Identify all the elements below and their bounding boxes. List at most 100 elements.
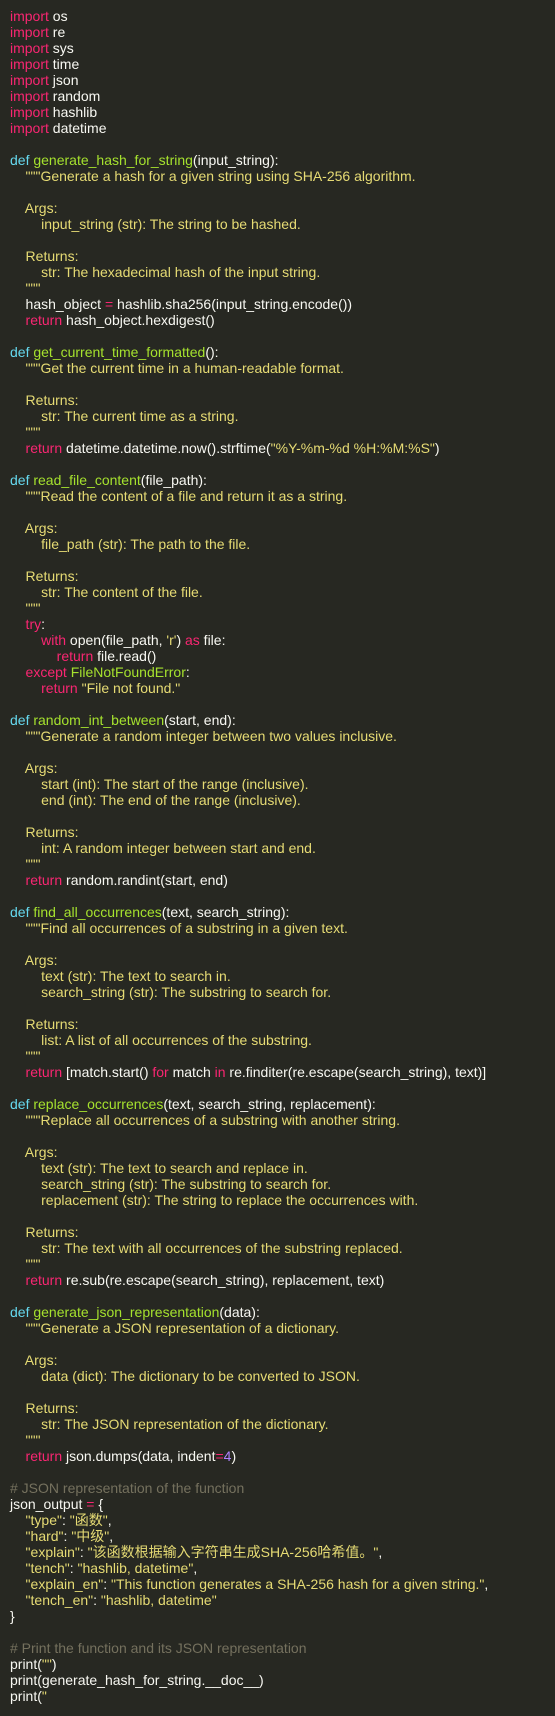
string-token: """ (10, 280, 41, 296)
keyword-token: return (10, 648, 94, 664)
code-line: hash_object = hashlib.sha256(input_strin… (10, 296, 555, 312)
builtin-token: def (10, 1096, 34, 1112)
keyword-token: return (10, 872, 63, 888)
code-token: ) (51, 1656, 57, 1672)
keyword-token: import (10, 120, 49, 136)
string-token: 'r' (166, 632, 177, 648)
code-line: # JSON representation of the function (10, 1480, 555, 1496)
string-token: """ (10, 424, 41, 440)
string-token: str: The hexadecimal hash of the input s… (10, 264, 321, 280)
code-line: """Generate a hash for a given string us… (10, 168, 555, 184)
code-line: "type": "函数", (10, 1512, 555, 1528)
code-line: def find_all_occurrences(text, search_st… (10, 904, 555, 920)
string-token: str: The JSON representation of the dict… (10, 1416, 329, 1432)
code-line: with open(file_path, 'r') as file: (10, 632, 555, 648)
code-line: except FileNotFoundError: (10, 664, 555, 680)
code-line: file_path (str): The path to the file. (10, 536, 555, 552)
code-line: Returns: (10, 568, 555, 584)
keyword-token: = (215, 1448, 224, 1464)
code-line: return file.read() (10, 648, 555, 664)
code-token: json_output (10, 1496, 87, 1512)
string-token: Returns: (10, 392, 79, 408)
code-line: def random_int_between(start, end): (10, 712, 555, 728)
string-token: "type" (10, 1512, 62, 1528)
code-line: "tench": "hashlib, datetime", (10, 1560, 555, 1576)
string-token: data (dict): The dictionary to be conver… (10, 1368, 360, 1384)
code-token: re.sub(re.escape(search_string), replace… (62, 1272, 385, 1288)
string-token: text (str): The text to search in. (10, 968, 231, 984)
code-token: : (69, 1560, 78, 1576)
string-token: file_path (str): The path to the file. (10, 536, 251, 552)
code-line: """Generate a JSON representation of a d… (10, 1320, 555, 1336)
code-line: import json (10, 72, 555, 88)
keyword-token: return (10, 312, 63, 328)
string-token: """ (10, 600, 41, 616)
code-line: "explain_en": "This function generates a… (10, 1576, 555, 1592)
code-line: Args: (10, 520, 555, 536)
string-token: list: A list of all occurrences of the s… (10, 1032, 312, 1048)
code-token: : (103, 1576, 112, 1592)
code-line: import datetime (10, 120, 555, 136)
string-token: Returns: (10, 248, 79, 264)
keyword-token: import (10, 56, 49, 72)
code-line: } (10, 1608, 555, 1624)
code-editor[interactable]: import os import re import sys import time i… (0, 0, 555, 1716)
string-token: Args: (10, 200, 58, 216)
string-token: input_string (str): The string to be has… (10, 216, 301, 232)
code-token: , (484, 1576, 489, 1592)
code-token: sys (48, 40, 74, 56)
code-line: import time (10, 56, 555, 72)
keyword-token: return (10, 1448, 63, 1464)
string-token: "中级" (71, 1528, 110, 1544)
string-token: search_string (str): The substring to se… (10, 1176, 332, 1192)
code-line: Args: (10, 1352, 555, 1368)
string-token: """ (10, 1048, 41, 1064)
code-line: data (dict): The dictionary to be conver… (10, 1368, 555, 1384)
string-token: str: The text with all occurrences of th… (10, 1240, 403, 1256)
keyword-token: return (10, 680, 82, 696)
string-token: Returns: (10, 1224, 79, 1240)
keyword-token: as (185, 632, 200, 648)
function-name-token: FileNotFoundError (70, 664, 186, 680)
code-token: datetime (48, 120, 107, 136)
code-line: Returns: (10, 392, 555, 408)
code-token: print( (10, 1688, 42, 1704)
code-line: input_string (str): The string to be has… (10, 216, 555, 232)
string-token: """Generate a random integer between two… (10, 728, 397, 744)
string-token: str: The current time as a string. (10, 408, 239, 424)
code-token: : (61, 1512, 70, 1528)
string-token: """Replace all occurrences of a substrin… (10, 1112, 400, 1128)
string-token: "该函数根据输入字符串生成SHA-256哈希值。" (87, 1544, 379, 1560)
string-token: """Find all occurrences of a substring i… (10, 920, 348, 936)
code-line: """ (10, 280, 555, 296)
function-name-token: read_file_content (33, 472, 141, 488)
string-token: start (int): The start of the range (inc… (10, 776, 309, 792)
code-line: Returns: (10, 1224, 555, 1240)
code-line: return [match.start() for match in re.fi… (10, 1064, 555, 1080)
code-line: import random (10, 88, 555, 104)
string-token: """ (10, 1432, 41, 1448)
code-line: import os (10, 8, 555, 24)
code-line: return datetime.datetime.now().strftime(… (10, 440, 555, 456)
code-line: "tench_en": "hashlib, datetime" (10, 1592, 555, 1608)
code-token: hashlib.sha256(input_string.encode()) (113, 296, 353, 312)
builtin-token: def (10, 904, 34, 920)
code-token: file: (199, 632, 226, 648)
code-line: end (int): The end of the range (inclusi… (10, 792, 555, 808)
comment-token: # Print the function and its JSON repres… (10, 1640, 307, 1656)
code-token: ) (176, 632, 185, 648)
code-line: """ (10, 424, 555, 440)
code-line: import re (10, 24, 555, 40)
code-token: time (48, 56, 80, 72)
